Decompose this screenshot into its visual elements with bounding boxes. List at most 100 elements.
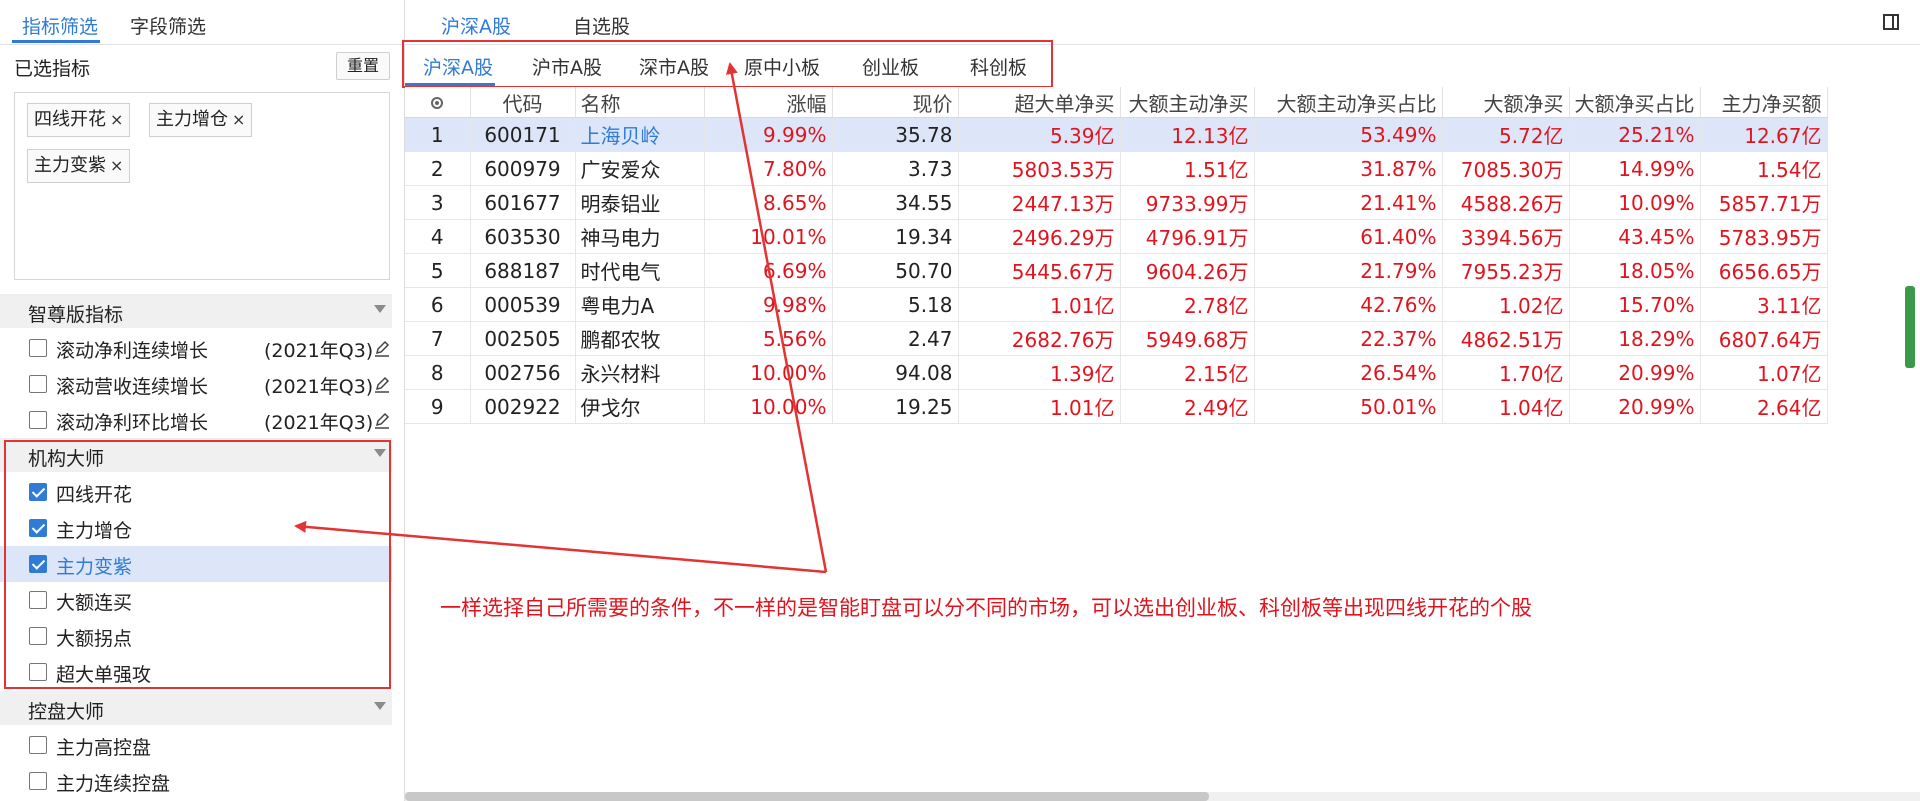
annotation-box-jigou [4,440,391,689]
stock-name[interactable]: 上海贝岭 [575,117,705,152]
table-row[interactable]: 5 688187 时代电气 6.69% 50.70 5445.67万 9604.26万 21.… [405,253,1828,288]
stock-code: 688187 [470,253,576,288]
change-pct: 7.80% [704,151,833,186]
edit-pencil-icon[interactable] [374,339,390,357]
col-header-code[interactable]: 代码 [470,87,576,118]
stock-name[interactable]: 时代电气 [575,253,705,288]
col-header-price[interactable]: 现价 [832,87,959,118]
chip-label: 主力增仓 [156,109,228,130]
stock-code: 600979 [470,151,576,186]
checkbox-icon[interactable] [29,375,47,393]
super-large-net: 2682.76万 [958,321,1121,356]
table-row[interactable]: 2 600979 广安爱众 7.80% 3.73 5803.53万 1.51亿 31.87% 7… [405,151,1828,186]
large-net: 1.70亿 [1442,355,1570,390]
large-net-ratio: 18.05% [1569,253,1701,288]
change-pct: 5.56% [704,321,833,356]
stock-name[interactable]: 伊戈尔 [575,389,705,424]
stock-name[interactable]: 粤电力A [575,287,705,322]
price: 34.55 [832,185,959,220]
collapse-arrow-icon[interactable] [374,305,386,313]
collapse-arrow-icon[interactable] [374,702,386,710]
table-row[interactable]: 9 002922 伊戈尔 10.00% 19.25 1.01亿 2.49亿 50.01% 1.0… [405,389,1828,424]
col-header-large-active-ratio[interactable]: 大额主动净买占比 [1254,87,1443,118]
stock-code: 600171 [470,117,576,152]
close-icon[interactable]: × [110,110,123,129]
col-header-super-large-net[interactable]: 超大单净买 [958,87,1121,118]
large-active-net: 5949.68万 [1120,321,1255,356]
table-row[interactable]: 3 601677 明泰铝业 8.65% 34.55 2447.13万 9733.99万 21.… [405,185,1828,220]
col-header-name[interactable]: 名称 [575,87,705,118]
price: 50.70 [832,253,959,288]
tab-field-filter[interactable]: 字段筛选 [130,12,206,39]
chip-label: 主力变紫 [34,155,106,176]
table-row[interactable]: 4 603530 神马电力 10.01% 19.34 2496.29万 4796.91万 61… [405,219,1828,254]
table-row[interactable]: 1 600171 上海贝岭 9.99% 35.78 5.39亿 12.13亿 53.49% 5.… [405,117,1828,152]
scrollbar-thumb[interactable] [405,792,1209,801]
large-active-net: 9604.26万 [1120,253,1255,288]
column-settings-icon[interactable] [431,97,444,109]
super-large-net: 2496.29万 [958,219,1121,254]
change-pct: 10.00% [704,389,833,424]
large-active-ratio: 31.87% [1254,151,1443,186]
row-index: 8 [405,355,471,390]
stock-name[interactable]: 鹏都农牧 [575,321,705,356]
main-net: 1.07亿 [1700,355,1828,390]
col-header-change[interactable]: 涨幅 [704,87,833,118]
filter-tabs: 指标筛选 字段筛选 [0,0,404,45]
close-icon[interactable]: × [232,110,245,129]
main-net: 1.54亿 [1700,151,1828,186]
table-row[interactable]: 7 002505 鹏都农牧 5.56% 2.47 2682.76万 5949.68万 22.3… [405,321,1828,356]
indicator-row[interactable]: 滚动净利环比增长 (2021年Q3) [0,402,392,438]
checkbox-icon[interactable] [29,339,47,357]
row-index: 9 [405,389,471,424]
large-net-ratio: 20.99% [1569,355,1701,390]
stock-code: 000539 [470,287,576,322]
col-header-main-net[interactable]: 主力净买额 [1700,87,1828,118]
checkbox-icon[interactable] [29,772,47,790]
close-icon[interactable]: × [110,156,123,175]
tab-indicator-filter[interactable]: 指标筛选 [22,12,98,39]
stock-name[interactable]: 广安爱众 [575,151,705,186]
chip-label: 四线开花 [34,109,106,130]
layout-toggle-icon[interactable] [1883,14,1899,30]
table-row[interactable]: 8 002756 永兴材料 10.00% 94.08 1.39亿 2.15亿 26.54% 1.… [405,355,1828,390]
col-header-large-net[interactable]: 大额净买 [1442,87,1570,118]
edit-pencil-icon[interactable] [374,411,390,429]
main-net: 12.67亿 [1700,117,1828,152]
large-net: 1.02亿 [1442,287,1570,322]
section-header-zhizun[interactable]: 智尊版指标 [0,294,392,328]
indicator-label: 主力高控盘 [56,737,152,759]
indicator-row[interactable]: 主力高控盘 [0,727,392,763]
stock-name[interactable]: 神马电力 [575,219,705,254]
checkbox-icon[interactable] [29,411,47,429]
large-active-net: 9733.99万 [1120,185,1255,220]
section-title: 智尊版指标 [28,304,124,326]
price: 19.25 [832,389,959,424]
edit-pencil-icon[interactable] [374,375,390,393]
section-header-kongpan[interactable]: 控盘大师 [0,691,392,725]
vertical-scrollbar[interactable] [1905,286,1915,368]
large-net: 3394.56万 [1442,219,1570,254]
stock-name[interactable]: 明泰铝业 [575,185,705,220]
column-settings-header[interactable] [405,87,471,118]
tab-hushen-a[interactable]: 沪深A股 [441,12,511,39]
horizontal-scrollbar[interactable] [405,792,1920,801]
result-panel: 沪深A股 自选股 沪深A股 沪市A股 深市A股 原中小板 创业板 科创板 代码 … [402,0,1920,801]
indicator-row[interactable]: 主力连续控盘 [0,763,392,799]
large-net: 7085.30万 [1442,151,1570,186]
col-header-large-active-net[interactable]: 大额主动净买 [1120,87,1255,118]
large-net: 4862.51万 [1442,321,1570,356]
row-index: 6 [405,287,471,322]
large-active-ratio: 50.01% [1254,389,1443,424]
stock-name[interactable]: 永兴材料 [575,355,705,390]
indicator-row[interactable]: 滚动净利连续增长 (2021年Q3) [0,330,392,366]
col-header-large-net-ratio[interactable]: 大额净买占比 [1569,87,1701,118]
large-net-ratio: 14.99% [1569,151,1701,186]
change-pct: 8.65% [704,185,833,220]
annotation-box-market-tabs [402,40,1053,88]
indicator-row[interactable]: 滚动营收连续增长 (2021年Q3) [0,366,392,402]
reset-button[interactable]: 重置 [336,52,390,80]
table-row[interactable]: 6 000539 粤电力A 9.98% 5.18 1.01亿 2.78亿 42.76% 1.02… [405,287,1828,322]
tab-watchlist[interactable]: 自选股 [573,12,630,39]
checkbox-icon[interactable] [29,736,47,754]
